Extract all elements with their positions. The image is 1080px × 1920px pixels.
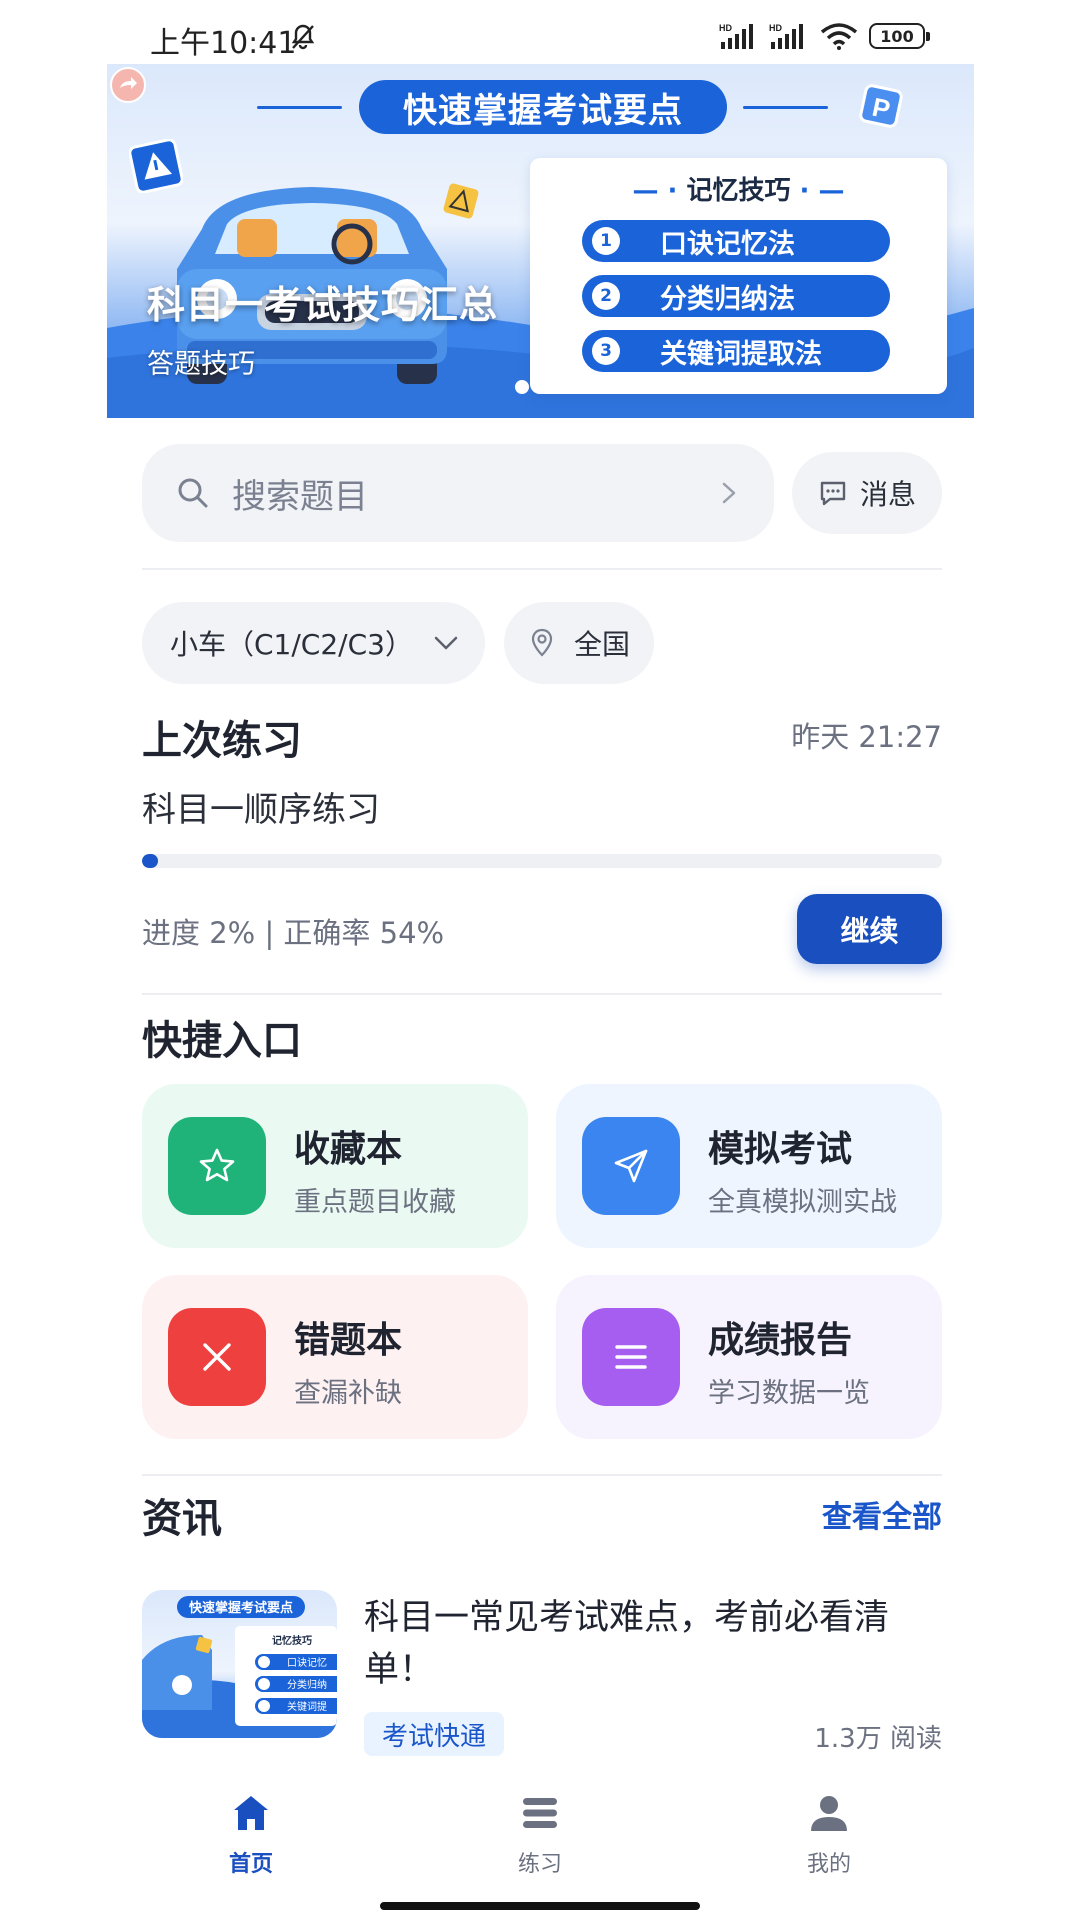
view-all-link[interactable]: 查看全部 bbox=[822, 1492, 942, 1536]
tip-number: 3 bbox=[592, 337, 620, 365]
progress-stats: 进度 2% | 正确率 54% bbox=[142, 916, 445, 950]
divider bbox=[142, 568, 942, 570]
card-subtitle: 学习数据一览 bbox=[708, 1378, 870, 1409]
list-icon bbox=[615, 1345, 647, 1369]
banner-subtitle: 答题技巧 bbox=[147, 349, 255, 380]
chevron-down-icon bbox=[434, 636, 458, 650]
user-icon bbox=[811, 1796, 847, 1831]
memory-tips-card: — · 记忆技巧 · — 1 口诀记忆法 2 分类归纳法 3 关键词提取法 bbox=[530, 158, 947, 394]
quick-access-heading: 快捷入口 bbox=[142, 1018, 302, 1064]
banner-line bbox=[743, 106, 828, 109]
search-icon bbox=[178, 478, 208, 508]
tip-label: 口诀记忆法 bbox=[660, 228, 795, 260]
search-placeholder: 搜索题目 bbox=[232, 476, 368, 517]
close-icon bbox=[203, 1343, 231, 1371]
wrong-questions-card[interactable]: 错题本 查漏补缺 bbox=[142, 1275, 528, 1439]
thumb-tip: 关键词提 bbox=[287, 1700, 327, 1713]
promo-banner[interactable]: 快速掌握考试要点 P — · 记忆技巧 · — 1 口诀记忆法 2 分类归纳法 … bbox=[107, 64, 974, 418]
parking-sign-icon: P bbox=[859, 84, 903, 128]
tip-row: 1 口诀记忆法 bbox=[582, 220, 890, 262]
banner-headline: 快速掌握考试要点 bbox=[359, 80, 727, 134]
progress-bar bbox=[142, 854, 942, 868]
region-label: 全国 bbox=[574, 628, 631, 661]
tip-label: 关键词提取法 bbox=[660, 338, 822, 370]
thumb-tips-title: 记忆技巧 bbox=[272, 1634, 312, 1647]
divider bbox=[142, 993, 942, 995]
tip-number: 1 bbox=[592, 227, 620, 255]
news-heading: 资讯 bbox=[142, 1496, 222, 1542]
search-bar[interactable]: 搜索题目 bbox=[142, 444, 774, 542]
star-icon bbox=[199, 1148, 235, 1182]
banner-title: 科目一考试技巧汇总 bbox=[147, 283, 499, 327]
mock-exam-card[interactable]: 模拟考试 全真模拟测实战 bbox=[556, 1084, 942, 1248]
location-pin-icon bbox=[531, 628, 553, 657]
pagination-dot-active[interactable] bbox=[515, 380, 529, 394]
wifi-icon bbox=[820, 23, 858, 50]
bell-muted-icon bbox=[291, 24, 315, 50]
score-report-card[interactable]: 成绩报告 学习数据一览 bbox=[556, 1275, 942, 1439]
message-icon bbox=[820, 481, 846, 506]
tip-label: 分类归纳法 bbox=[660, 283, 795, 315]
battery-indicator: 100 bbox=[869, 23, 930, 49]
layers-icon bbox=[523, 1798, 557, 1828]
card-icon-bg bbox=[168, 1308, 266, 1406]
card-icon-bg bbox=[168, 1117, 266, 1215]
news-read-count: 1.3万 阅读 bbox=[814, 1724, 942, 1754]
continue-button[interactable]: 继续 bbox=[797, 894, 942, 964]
last-practice-time: 昨天 21:27 bbox=[791, 720, 942, 754]
svg-text:HD: HD bbox=[719, 23, 732, 33]
chevron-right-icon bbox=[722, 482, 736, 504]
messages-button[interactable]: 消息 bbox=[792, 452, 942, 534]
card-subtitle: 全真模拟测实战 bbox=[708, 1187, 897, 1218]
home-icon bbox=[234, 1796, 268, 1830]
tips-title: — · 记忆技巧 · — bbox=[632, 176, 845, 206]
thumb-pill-text: 快速掌握考试要点 bbox=[189, 1600, 293, 1616]
home-indicator bbox=[380, 1902, 700, 1910]
share-icon[interactable] bbox=[109, 66, 147, 104]
pagination-dot[interactable] bbox=[539, 380, 553, 394]
nav-label: 练习 bbox=[517, 1852, 562, 1877]
status-bar: 上午10:41 HD HD 100 bbox=[0, 0, 1080, 64]
region-selector[interactable]: 全国 bbox=[504, 602, 654, 684]
card-subtitle: 重点题目收藏 bbox=[294, 1187, 456, 1218]
card-title: 收藏本 bbox=[294, 1129, 403, 1170]
card-title: 错题本 bbox=[294, 1320, 403, 1361]
tip-row: 2 分类归纳法 bbox=[582, 275, 890, 317]
news-thumbnail-image: 快速掌握考试要点 记忆技巧 口诀记忆 分类归纳 关键词提 bbox=[142, 1596, 337, 1738]
nav-label: 我的 bbox=[806, 1852, 851, 1877]
license-type-selector[interactable]: 小车（C1/C2/C3） bbox=[142, 602, 485, 684]
thumb-tip: 口诀记忆 bbox=[287, 1656, 327, 1669]
news-tag: 考试快通 bbox=[364, 1712, 505, 1756]
card-title: 成绩报告 bbox=[708, 1320, 853, 1361]
nav-home[interactable]: 首页 bbox=[191, 1792, 311, 1878]
last-practice-name[interactable]: 科目一顺序练习 bbox=[142, 782, 380, 831]
card-subtitle: 查漏补缺 bbox=[294, 1378, 402, 1409]
last-practice-heading: 上次练习 bbox=[142, 718, 302, 764]
progress-fill bbox=[142, 854, 158, 868]
thumb-tip: 分类归纳 bbox=[287, 1678, 327, 1691]
license-type-label: 小车（C1/C2/C3） bbox=[170, 628, 413, 661]
news-thumbnail[interactable]: 快速掌握考试要点 记忆技巧 口诀记忆 分类归纳 关键词提 bbox=[142, 1590, 337, 1738]
tip-row: 3 关键词提取法 bbox=[582, 330, 890, 372]
card-icon-bg bbox=[582, 1117, 680, 1215]
divider bbox=[142, 1474, 942, 1476]
signal-icon: HD bbox=[719, 23, 753, 49]
card-title: 模拟考试 bbox=[708, 1129, 853, 1170]
tip-number: 2 bbox=[592, 282, 620, 310]
card-icon-bg bbox=[582, 1308, 680, 1406]
bottom-nav: 首页 练习 我的 bbox=[0, 1768, 1080, 1920]
signal-icon: HD bbox=[769, 23, 803, 49]
status-indicators: HD HD 100 bbox=[719, 22, 930, 50]
nav-profile[interactable]: 我的 bbox=[769, 1792, 889, 1878]
status-time: 上午10:41 bbox=[150, 26, 297, 61]
banner-line bbox=[257, 106, 342, 109]
nav-practice[interactable]: 练习 bbox=[480, 1792, 600, 1878]
messages-label: 消息 bbox=[859, 478, 916, 511]
svg-text:HD: HD bbox=[769, 23, 782, 33]
favorites-card[interactable]: 收藏本 重点题目收藏 bbox=[142, 1084, 528, 1248]
paper-plane-icon bbox=[614, 1149, 648, 1183]
news-title[interactable]: 科目一常见考试难点，考前必看清单！ bbox=[364, 1592, 924, 1696]
banner-pagination bbox=[515, 380, 553, 394]
nav-label: 首页 bbox=[228, 1852, 273, 1877]
